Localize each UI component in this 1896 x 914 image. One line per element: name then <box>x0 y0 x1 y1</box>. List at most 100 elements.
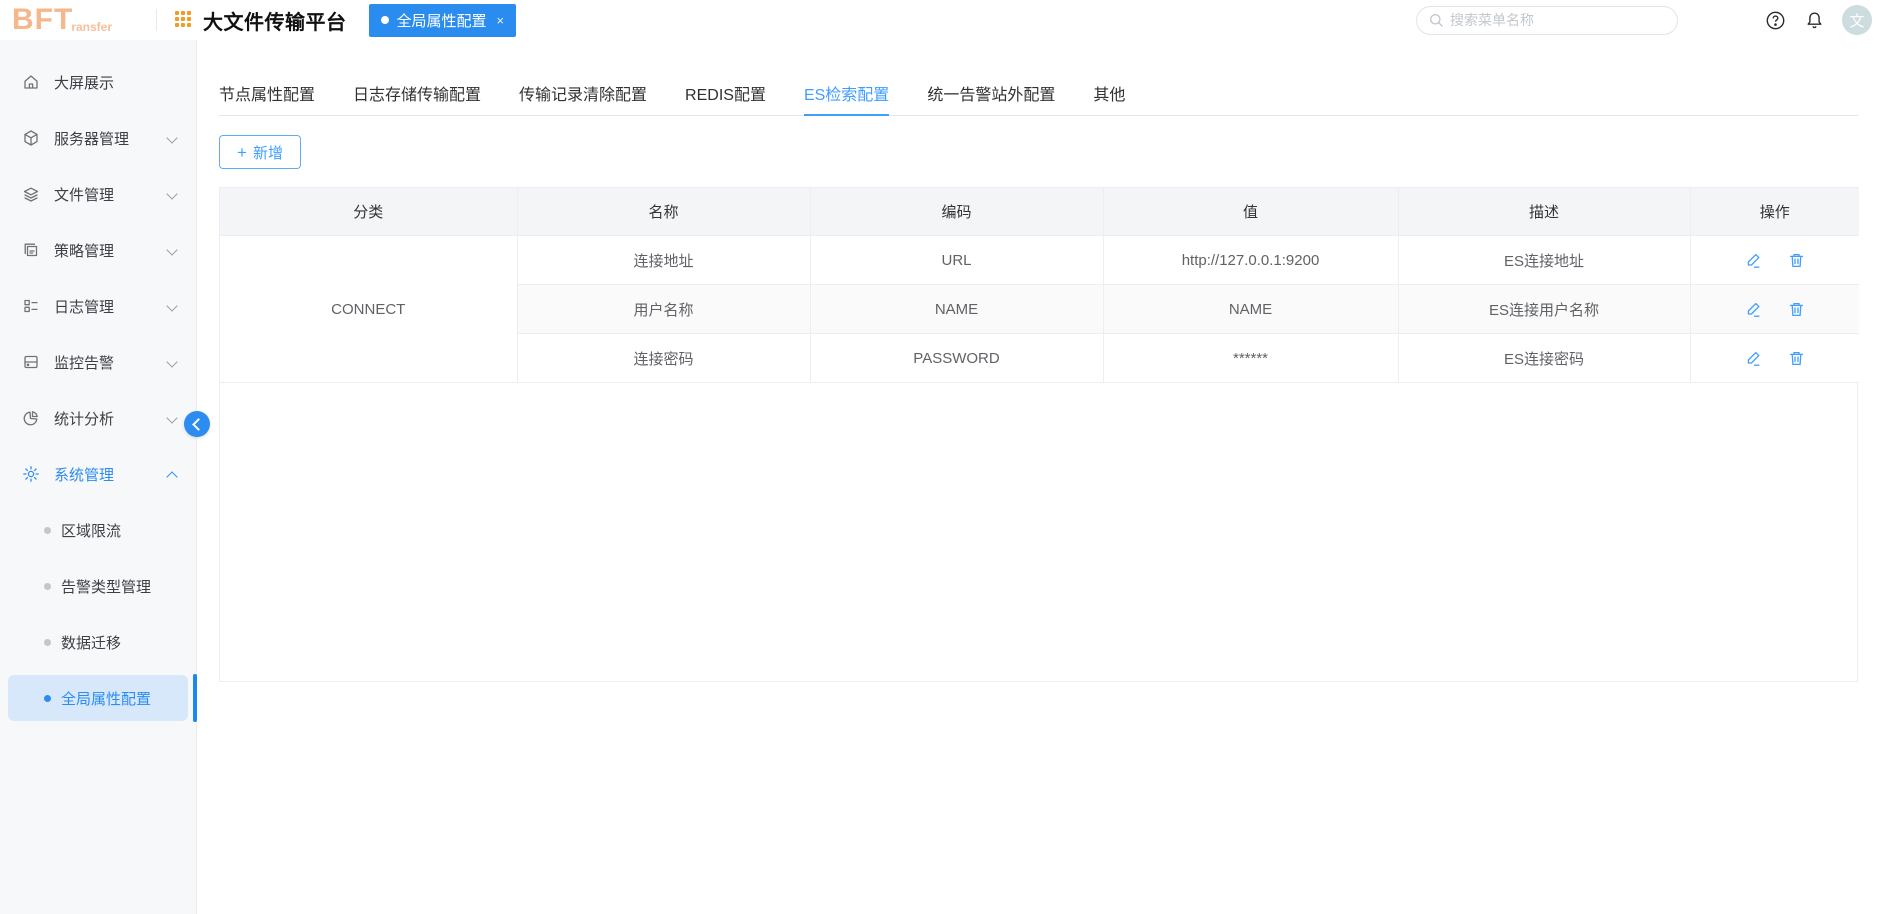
column-header: 操作 <box>1690 187 1859 236</box>
table-body: CONNECT 连接地址 URL http://127.0.0.1:9200 ES连接地… <box>220 235 1859 383</box>
sidebar-item-label: 服务器管理 <box>54 130 130 148</box>
open-tab-chip[interactable]: 全局属性配置 × <box>368 3 517 37</box>
chevron-down-icon <box>168 301 178 311</box>
column-header: 描述 <box>1398 187 1691 236</box>
tab-0[interactable]: 节点属性配置 <box>219 76 315 115</box>
sidebar-subitem-label: 告警类型管理 <box>61 578 152 596</box>
home-icon <box>22 73 40 91</box>
brand-logo-text: BFT <box>12 3 74 36</box>
cell-code: NAME <box>810 284 1104 334</box>
bullet-dot-icon <box>44 694 51 702</box>
tab-6[interactable]: 其他 <box>1093 76 1125 115</box>
server-icon <box>22 129 40 147</box>
delete-icon[interactable] <box>1788 350 1805 367</box>
top-header: BFT ransfer 大文件传输平台 全局属性配置 × 搜索菜单名称 文 <box>0 0 1896 40</box>
cell-category: CONNECT <box>220 235 518 383</box>
sidebar-item-7[interactable]: 系统管理 <box>0 446 196 502</box>
plus-icon: + <box>237 142 247 162</box>
delete-icon[interactable] <box>1788 252 1805 269</box>
files-icon <box>22 185 40 203</box>
config-table: 分类 名称 编码值描述 操作 CONNECT 连接地址 URL http://127.0.0… <box>220 187 1859 383</box>
edit-icon[interactable] <box>1745 350 1762 367</box>
cell-value: ****** <box>1103 333 1399 383</box>
stats-icon <box>22 409 40 427</box>
sidebar-subitem-label: 区域限流 <box>61 522 122 540</box>
sidebar-item-3[interactable]: 策略管理 <box>0 222 196 278</box>
apps-grid-icon <box>175 11 193 29</box>
sidebar-item-label: 系统管理 <box>54 466 115 484</box>
sidebar-item-5[interactable]: 监控告警 <box>0 334 196 390</box>
sidebar-subitem-0[interactable]: 区域限流 <box>8 507 188 553</box>
bell-icon[interactable] <box>1803 9 1825 31</box>
chevron-up-icon <box>168 469 178 479</box>
cell-name: 连接地址 <box>517 235 811 285</box>
bullet-dot-icon <box>44 526 51 534</box>
sidebar-subitem-2[interactable]: 数据迁移 <box>8 619 188 665</box>
sidebar-item-0[interactable]: 大屏展示 <box>0 54 196 110</box>
sidebar-subitem-1[interactable]: 告警类型管理 <box>8 563 188 609</box>
cell-actions <box>1690 333 1859 383</box>
bullet-dot-icon <box>44 638 51 646</box>
sidebar: 大屏展示服务器管理文件管理策略管理日志管理 监控告警统计分析系统管理区域限流告警类… <box>0 40 197 914</box>
tab-1[interactable]: 日志存储传输配置 <box>353 76 481 115</box>
cell-value: http://127.0.0.1:9200 <box>1103 235 1399 285</box>
log-icon <box>22 297 40 315</box>
help-icon[interactable] <box>1764 9 1786 31</box>
chevron-down-icon <box>168 413 178 423</box>
table-row: CONNECT 连接地址 URL http://127.0.0.1:9200 ES连接地… <box>220 235 1859 383</box>
cell-desc: ES连接地址 <box>1398 235 1691 285</box>
brand-logo: BFT ransfer <box>0 5 148 35</box>
open-tab-chip-label: 全局属性配置 <box>396 12 487 30</box>
edit-icon[interactable] <box>1745 252 1762 269</box>
delete-icon[interactable] <box>1788 301 1805 318</box>
cell-desc: ES连接用户名称 <box>1398 284 1691 334</box>
sidebar-item-2[interactable]: 文件管理 <box>0 166 196 222</box>
sidebar-item-4[interactable]: 日志管理 <box>0 278 196 334</box>
cell-name: 用户名称 <box>517 284 811 334</box>
tab-3[interactable]: REDIS配置 <box>685 76 766 115</box>
active-dot-icon <box>380 16 389 24</box>
sidebar-subitem-3[interactable]: 全局属性配置 <box>8 675 188 721</box>
close-icon[interactable]: × <box>495 13 507 28</box>
chevron-down-icon <box>168 189 178 199</box>
add-button-label: 新增 <box>252 144 283 162</box>
tab-5[interactable]: 统一告警站外配置 <box>927 76 1055 115</box>
column-header: 值 <box>1103 187 1399 236</box>
sidebar-item-label: 策略管理 <box>54 242 115 260</box>
avatar[interactable]: 文 <box>1842 5 1872 35</box>
tab-2[interactable]: 传输记录清除配置 <box>519 76 647 115</box>
chevron-down-icon <box>168 133 178 143</box>
sidebar-item-label: 统计分析 <box>54 410 115 428</box>
strategy-icon <box>22 241 40 259</box>
header-divider <box>156 9 157 31</box>
sidebar-subitem-label: 数据迁移 <box>61 634 122 652</box>
sidebar-item-6[interactable]: 统计分析 <box>0 390 196 446</box>
sidebar-subitem-label: 全局属性配置 <box>61 690 152 708</box>
column-header: 编码 <box>810 187 1104 236</box>
chevron-down-icon <box>168 357 178 367</box>
cell-value: NAME <box>1103 284 1399 334</box>
tab-4[interactable]: ES检索配置 <box>803 76 890 116</box>
column-header: 分类 <box>220 187 518 236</box>
cell-desc: ES连接密码 <box>1398 333 1691 383</box>
monitor-icon <box>22 353 40 371</box>
cell-code: URL <box>810 235 1104 285</box>
sidebar-collapse-button[interactable] <box>184 411 210 437</box>
main-content: 节点属性配置 日志存储传输配置 传输记录清除配置 REDIS配置 ES检索配置 统一告警站… <box>197 40 1896 914</box>
sidebar-item-label: 大屏展示 <box>54 74 115 92</box>
config-tabs: 节点属性配置 日志存储传输配置 传输记录清除配置 REDIS配置 ES检索配置 统一告警站… <box>219 76 1858 116</box>
cell-name: 连接密码 <box>517 333 811 383</box>
sidebar-item-1[interactable]: 服务器管理 <box>0 110 196 166</box>
cell-actions <box>1690 284 1859 334</box>
gear-icon <box>22 465 40 483</box>
sidebar-menu: 大屏展示服务器管理文件管理策略管理日志管理 监控告警统计分析系统管理区域限流告警类… <box>0 54 196 726</box>
search-input[interactable]: 搜索菜单名称 <box>1416 5 1678 35</box>
brand-logo-subtext: ransfer <box>71 20 113 34</box>
table-header-row: 分类 名称 编码值描述 操作 <box>220 187 1859 236</box>
bullet-dot-icon <box>44 582 51 590</box>
sidebar-item-label: 文件管理 <box>54 186 115 204</box>
column-header: 名称 <box>517 187 811 236</box>
edit-icon[interactable] <box>1745 301 1762 318</box>
cell-actions <box>1690 235 1859 285</box>
add-button[interactable]: + 新增 <box>219 135 301 169</box>
